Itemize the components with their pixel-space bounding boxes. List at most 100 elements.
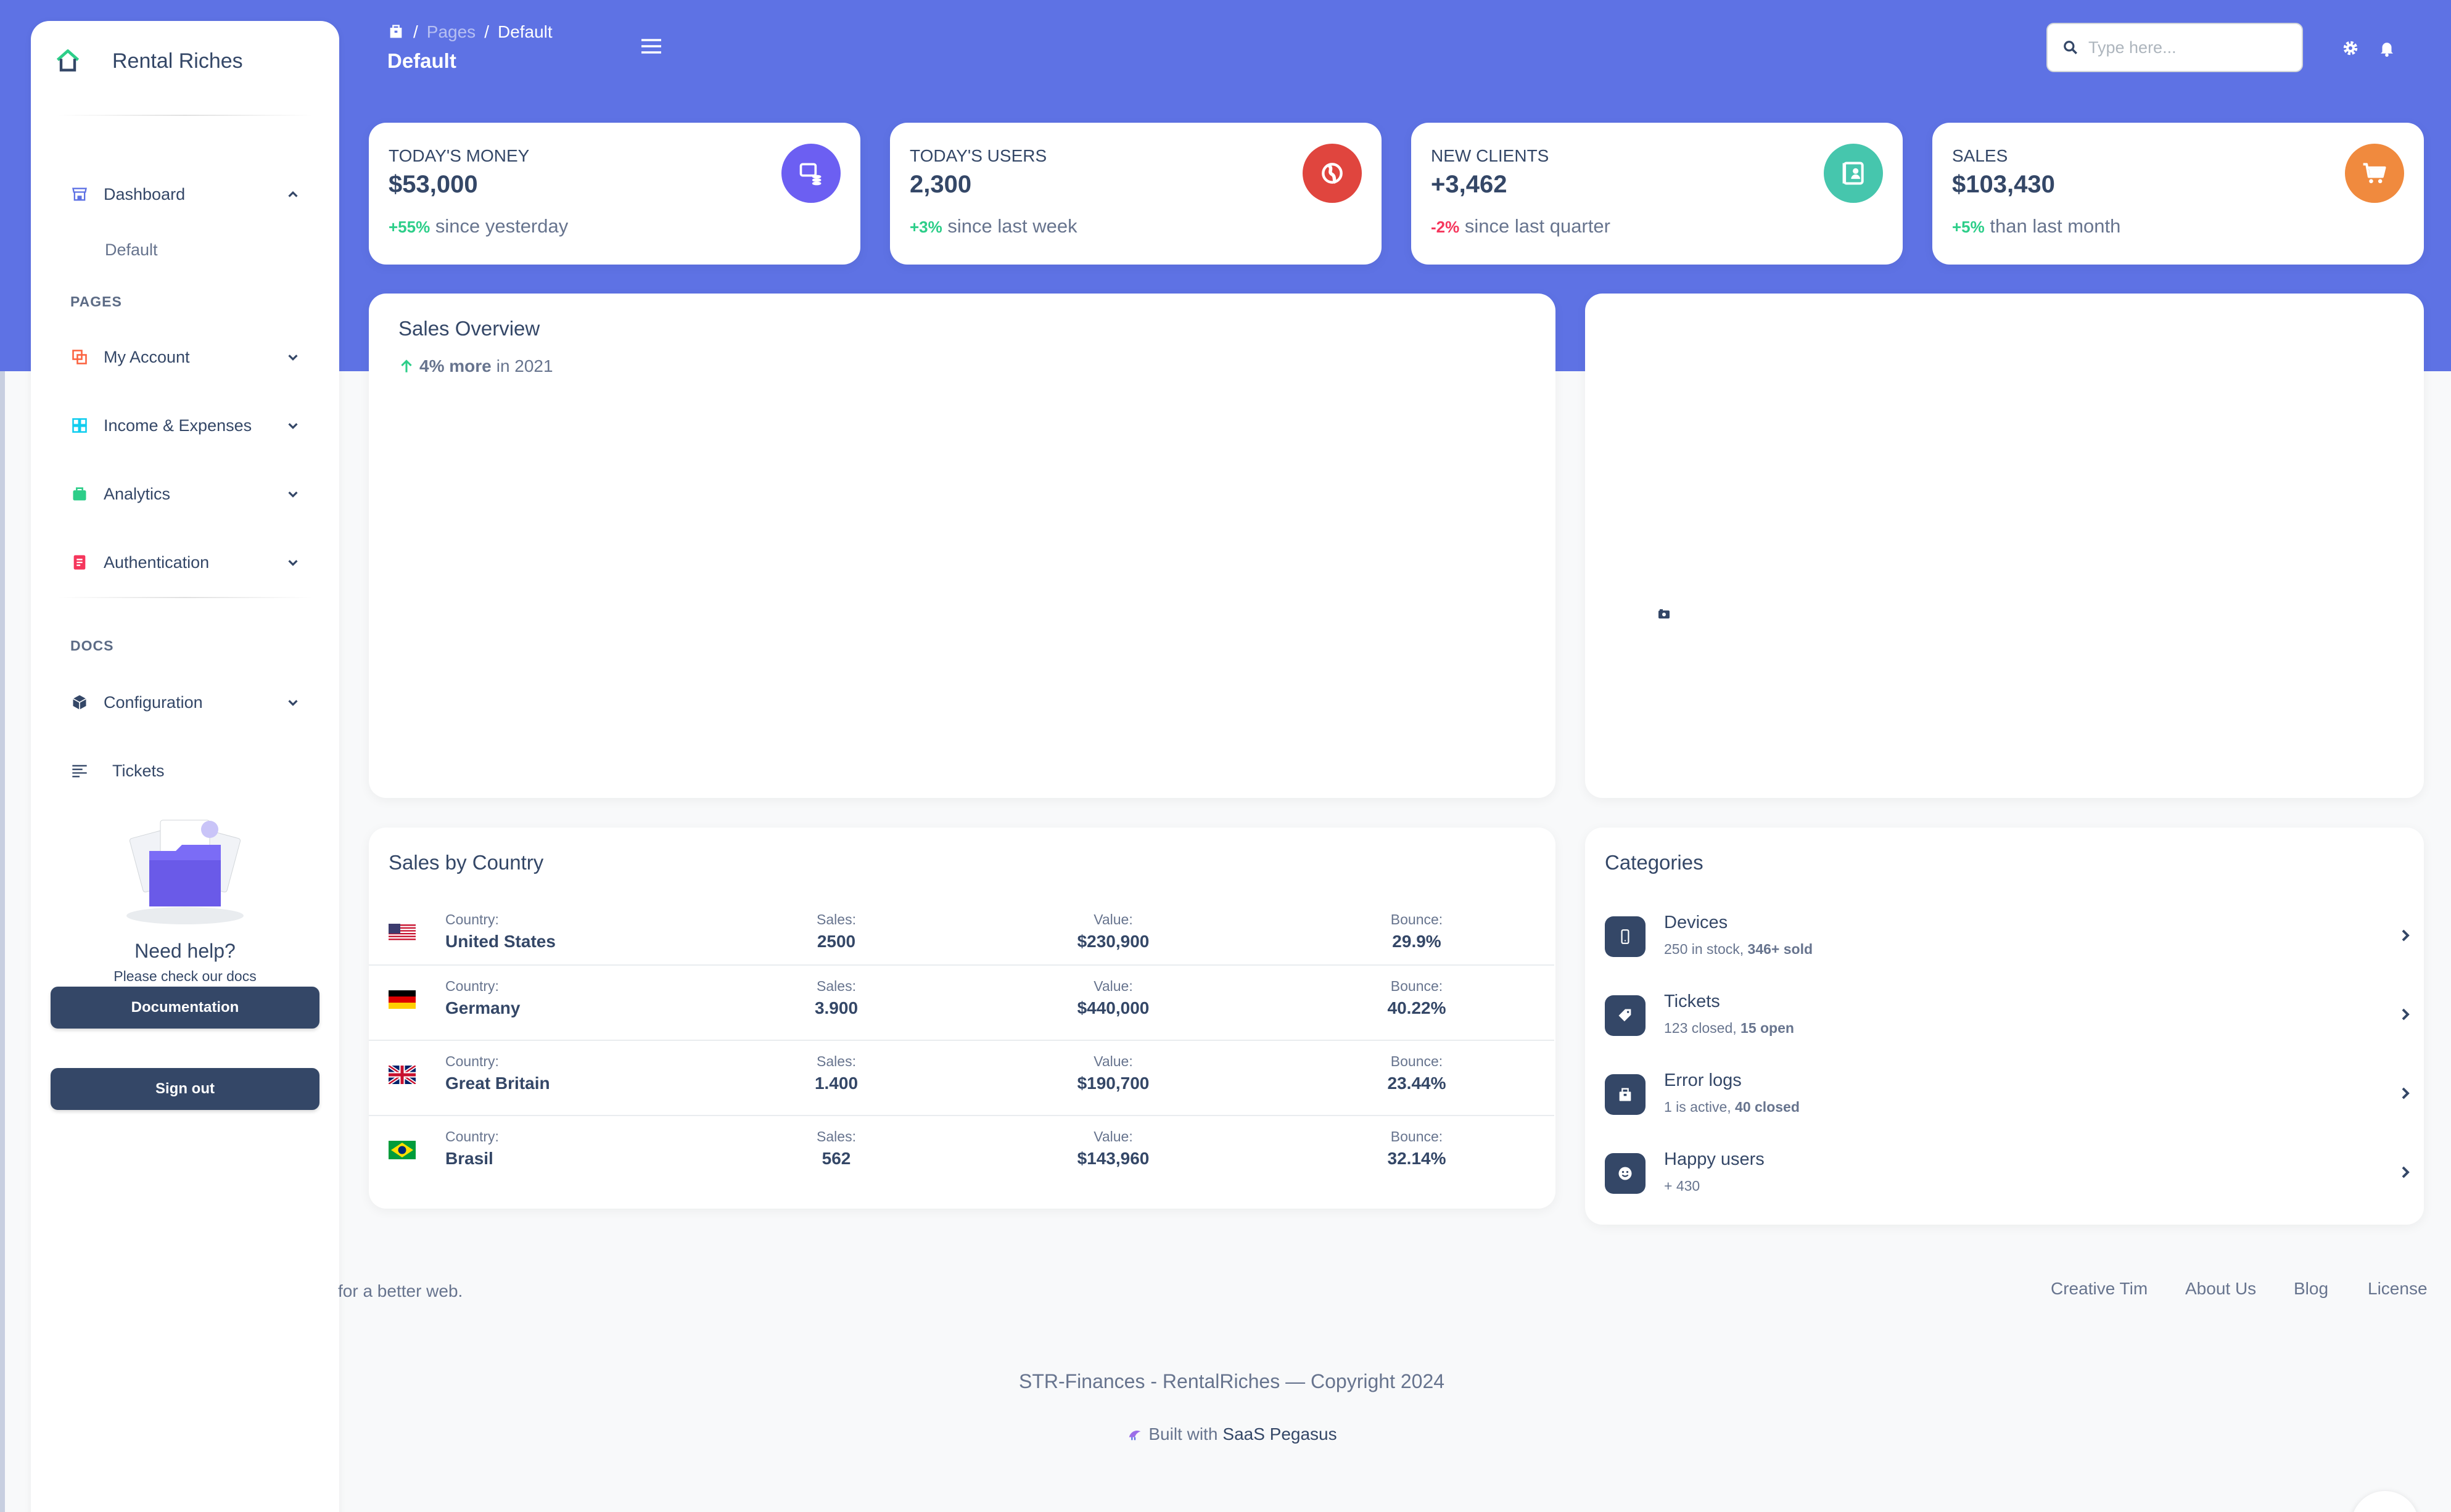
category-item-tickets[interactable]: Tickets 123 closed, 15 open [1605,988,2410,1056]
table-row: Country: Great Britain Sales: 1.400 Value:… [369,1040,1554,1115]
bounce-cell: Bounce: 29.9% [1390,911,1443,951]
sales-cell: Sales: 2500 [817,911,856,951]
account-icon [70,348,89,366]
carousel-card [1585,294,2424,798]
sales-by-country-title: Sales by Country [389,851,544,874]
chevron-up-icon [288,191,298,197]
chevron-down-icon [288,355,298,361]
sidebar-item-configuration[interactable]: Configuration [70,681,317,724]
sidebar-item-tickets[interactable]: Tickets [70,749,317,792]
stat-card-clients: NEW CLIENTS +3,462 -2% since last quarte… [1411,123,1903,265]
footer-link-license[interactable]: License [2368,1279,2428,1299]
shop-icon [70,185,89,203]
tag-icon [1605,995,1646,1036]
stat-change: +3% [910,218,942,236]
sidebar-item-label: Tickets [112,761,165,780]
sales-overview-subtitle: 4% more in 2021 [398,356,553,376]
brand[interactable]: Rental Riches [54,27,243,95]
sidebar-item-income-expenses[interactable]: Income & Expenses [70,404,317,447]
chevron-right-icon[interactable] [2398,926,2413,945]
stat-label: NEW CLIENTS [1431,146,1549,165]
category-item-devices[interactable]: Devices 250 in stock, 346+ sold [1605,909,2410,977]
built-with: Built with SaaS Pegasus [0,1424,2451,1444]
sidebar-item-dashboard[interactable]: Dashboard [70,173,317,216]
hamburger-menu-icon[interactable] [640,37,662,55]
breadcrumb-pages[interactable]: Pages [427,22,476,42]
stat-footer: +55% since yesterday [389,215,568,237]
documentation-folder-illustration [126,820,244,924]
country-cell: Country: United States [445,911,556,951]
sign-out-button[interactable]: Sign out [51,1068,319,1110]
bounce-cell: Bounce: 23.44% [1387,1053,1446,1093]
sidebar-item-label: Analytics [104,484,171,503]
sales-cell: Sales: 562 [817,1128,856,1168]
br-flag-icon [389,1141,416,1159]
chevron-right-icon[interactable] [2398,1163,2413,1181]
sales-overview-change: 4% more [419,356,492,376]
stat-change-text: since last week [947,215,1077,237]
stat-value: +3,462 [1431,171,1507,198]
sidebar-divider [57,597,313,598]
search-box[interactable] [2046,23,2303,72]
value-cell: Value: $440,000 [1077,978,1150,1017]
category-item-error-logs[interactable]: Error logs 1 is active, 40 closed [1605,1067,2410,1135]
copyright-text: STR-Finances - RentalRiches — Copyright … [1018,1370,1445,1392]
brand-name: Rental Riches [112,49,243,73]
sales-overview-card: Sales Overview 4% more in 2021 [369,294,1555,798]
chevron-right-icon[interactable] [2398,1084,2413,1103]
document-icon [70,553,89,572]
value-cell: Value: $230,900 [1077,911,1150,951]
value-cell: Value: $190,700 [1077,1053,1150,1093]
table-row: Country: Germany Sales: 3.900 Value: $440,0… [369,964,1554,1040]
stat-footer: +5% than last month [1952,215,2120,237]
sidebar-subitem-default[interactable]: Default [105,240,158,260]
footer-credit-text: for a better web. [338,1281,463,1300]
sidebar-item-my-account[interactable]: My Account [70,335,317,379]
categories-card: Categories Devices 250 in stock, 346+ so… [1585,828,2424,1225]
search-input[interactable] [2088,38,2286,57]
built-with-prefix: Built with [1148,1424,1218,1444]
category-name: Happy users [1664,1149,1765,1169]
sidebar-item-authentication[interactable]: Authentication [70,541,317,584]
money-icon [781,144,841,203]
stat-label: TODAY'S MONEY [389,146,530,165]
value-cell: Value: $143,960 [1077,1128,1150,1168]
category-item-happy-users[interactable]: Happy users + 430 [1605,1146,2410,1214]
chevron-right-icon[interactable] [2398,1005,2413,1024]
chevron-down-icon [288,560,298,566]
smile-icon [1605,1153,1646,1194]
footer-link-creative-tim[interactable]: Creative Tim [2051,1279,2148,1299]
sidebar-item-label: My Account [104,347,190,366]
pegasus-logo-icon [1129,1431,1141,1440]
category-name: Tickets [1664,992,1720,1011]
breadcrumb: / Pages / Default [387,22,553,42]
left-edge [0,371,5,1512]
home-logo-icon [56,49,80,72]
saas-pegasus-link[interactable]: SaaS Pegasus [1222,1424,1337,1444]
sidebar-item-label: Configuration [104,692,203,712]
align-left-icon [70,762,89,780]
gb-flag-icon [389,1066,416,1084]
sidebar-item-label: Dashboard [104,184,186,203]
stat-label: SALES [1952,146,2008,165]
gear-icon[interactable] [2341,39,2360,57]
sidebar-item-analytics[interactable]: Analytics [70,472,317,516]
bounce-cell: Bounce: 32.14% [1387,1128,1446,1168]
cart-icon [2345,144,2404,203]
cube-icon [70,693,89,712]
floating-settings-button[interactable] [2351,1491,2419,1512]
chevron-down-icon [288,700,298,706]
home-icon[interactable] [387,23,405,41]
stat-change-text: since last quarter [1464,215,1610,237]
documentation-button[interactable]: Documentation [51,987,319,1029]
chevron-down-icon [288,491,298,498]
help-subtitle: Please check our docs [113,968,257,984]
stat-value: $103,430 [1952,171,2055,198]
stat-card-money: TODAY'S MONEY $53,000 +55% since yesterd… [369,123,860,265]
stat-change: +55% [389,218,430,236]
breadcrumb-separator: / [484,22,489,41]
footer-link-about-us[interactable]: About Us [2185,1279,2256,1299]
bell-icon[interactable] [2378,39,2396,57]
stat-footer: +3% since last week [910,215,1077,237]
footer-link-blog[interactable]: Blog [2294,1279,2328,1299]
